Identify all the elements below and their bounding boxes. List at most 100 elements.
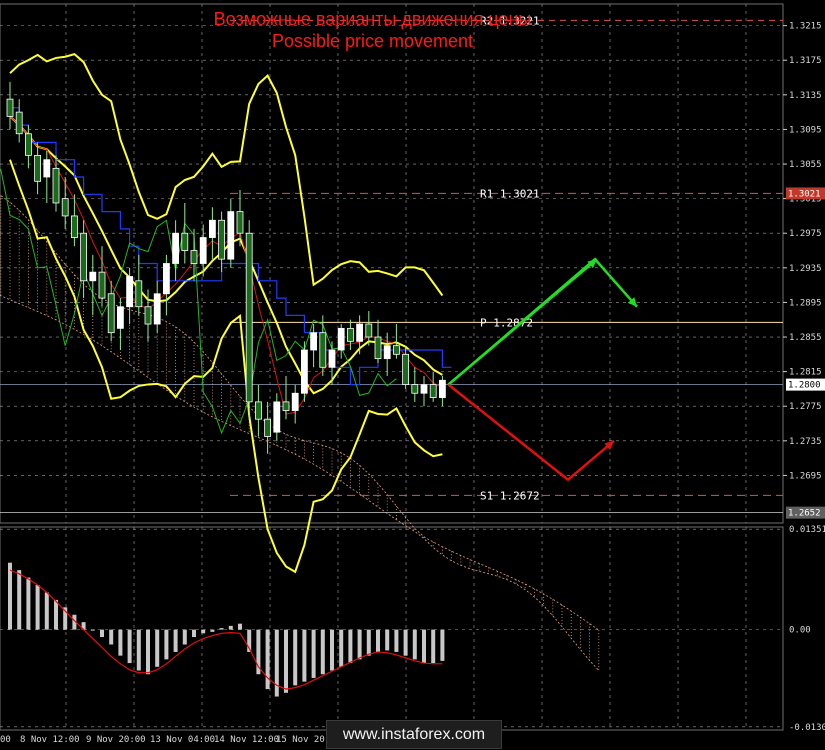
- histogram-bar: [35, 585, 40, 630]
- histogram-bar: [403, 629, 408, 656]
- candle-body: [43, 159, 51, 178]
- kumo-cloud: [0, 195, 600, 671]
- price-tick-label: 1.2775: [789, 402, 822, 412]
- histogram-bar: [54, 599, 58, 630]
- candle-body: [310, 332, 318, 351]
- candle-body: [135, 280, 143, 308]
- price-tick-label: 1.2695: [789, 471, 822, 481]
- histogram-bar: [440, 629, 445, 661]
- candle-body: [282, 401, 290, 411]
- histogram-bar: [109, 629, 114, 645]
- oscillator-tick-label: 0.01351: [789, 525, 825, 535]
- candle-body: [24, 133, 32, 156]
- candle-body: [117, 306, 124, 329]
- histogram-bar: [210, 629, 215, 632]
- histogram-bar: [357, 629, 362, 660]
- histogram-bar: [146, 629, 150, 675]
- kumo-lower-edge: [0, 294, 600, 671]
- low-price-box: 1.2652: [788, 509, 821, 519]
- level-label-s1: S1 1.2672: [480, 489, 540, 502]
- time-tick-label: 9 Nov 20:00: [86, 735, 146, 745]
- histogram-bar: [311, 629, 316, 678]
- candle-body: [402, 353, 410, 386]
- histogram-bar: [376, 629, 380, 652]
- histogram-bar: [228, 625, 233, 630]
- candle-body: [374, 336, 382, 360]
- histogram-bar: [284, 629, 288, 693]
- r1-price-box: 1.3021: [788, 189, 821, 199]
- candle-body: [71, 215, 78, 238]
- candle-body: [236, 211, 244, 234]
- oscillator-tick-label: 0.00: [789, 626, 811, 636]
- candle-body: [52, 167, 60, 204]
- candle-body: [126, 276, 133, 308]
- candle-body: [190, 250, 198, 264]
- candle-body: [218, 219, 226, 260]
- histogram-bar: [412, 629, 417, 660]
- price-tick-label: 1.3175: [789, 56, 822, 66]
- price-chart: 1.32151.31751.31351.30951.30551.30151.29…: [0, 3, 825, 745]
- histogram-bar: [219, 628, 224, 630]
- candle-body: [153, 293, 161, 325]
- candle-body: [264, 418, 272, 437]
- price-tick-label: 1.3135: [789, 91, 822, 101]
- candle-body: [346, 327, 354, 342]
- oscillator-tick-label: -0.01307: [789, 723, 825, 733]
- price-tick-label: 1.2855: [789, 333, 822, 343]
- candle-body: [144, 306, 152, 325]
- histogram-bar: [26, 577, 31, 630]
- histogram-bar: [265, 629, 270, 690]
- candle-body: [208, 219, 216, 238]
- histogram-bar: [100, 629, 104, 638]
- price-tick-label: 1.3215: [789, 22, 822, 32]
- candle-body: [392, 345, 400, 355]
- histogram-bar: [330, 629, 334, 671]
- candle-body: [337, 327, 345, 351]
- histogram-bar: [8, 562, 12, 630]
- price-tick-label: 1.2975: [789, 229, 822, 239]
- candle-body: [172, 232, 180, 264]
- histogram-bar: [385, 629, 390, 651]
- price-tick-label: 1.3095: [789, 125, 822, 135]
- oscillator-panel-frame: [0, 526, 784, 731]
- candle-body: [411, 384, 419, 394]
- candle-body: [199, 237, 207, 264]
- chart-title-en: Possible price movement: [271, 31, 474, 51]
- price-tick-label: 1.2935: [789, 264, 822, 274]
- candle-body: [227, 211, 235, 260]
- histogram-bar: [238, 623, 242, 630]
- histogram-bar: [366, 629, 371, 656]
- candle-body: [162, 263, 170, 295]
- histogram-bar: [182, 629, 187, 645]
- forecast-down-arrow: [447, 383, 615, 482]
- time-tick-label: 14 Nov 12:00: [214, 735, 279, 745]
- histogram-bar: [394, 629, 399, 652]
- candle-body: [254, 401, 262, 420]
- histogram-bar: [136, 629, 141, 671]
- histogram-bar: [44, 592, 49, 630]
- histogram-bar: [293, 629, 298, 686]
- chart-title-ru: Возможные варианты движения цены: [213, 9, 532, 29]
- candle-body: [429, 384, 437, 398]
- price-tick-label: 1.2815: [789, 368, 822, 378]
- candle-body: [15, 111, 23, 135]
- candle-body: [80, 232, 87, 282]
- watermark: www.instaforex.com: [326, 720, 502, 749]
- level-label-r1: R1 1.3021: [480, 187, 540, 200]
- candle-body: [6, 98, 14, 117]
- candle-body: [356, 323, 364, 342]
- histogram-bar: [192, 629, 196, 638]
- histogram-bar: [155, 629, 160, 667]
- candle-body: [420, 384, 428, 394]
- histogram-bar: [173, 629, 178, 652]
- histogram-bar: [320, 629, 325, 675]
- price-tick-label: 1.3055: [789, 160, 822, 170]
- current-price-box: 1.2800: [788, 381, 821, 391]
- candle-body: [89, 271, 97, 282]
- candle-body: [328, 349, 336, 368]
- histogram-bar: [348, 629, 353, 664]
- candle-body: [181, 232, 189, 251]
- candle-body: [291, 392, 299, 411]
- histogram-bar: [17, 570, 22, 630]
- candle-body: [98, 271, 106, 299]
